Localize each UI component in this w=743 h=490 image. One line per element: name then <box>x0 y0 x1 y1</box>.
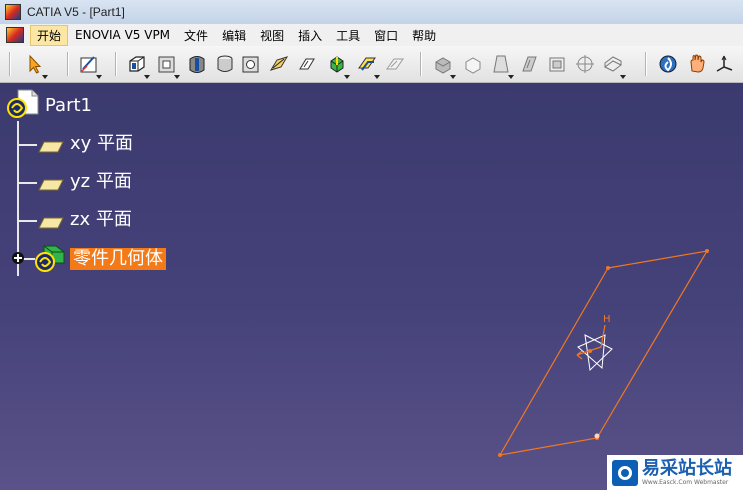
select-arrow-icon[interactable] <box>24 53 48 79</box>
watermark: 易采站长站 Www.Easck.Com Webmaster <box>607 455 743 490</box>
rib-icon[interactable] <box>268 53 290 75</box>
watermark-logo-icon <box>612 459 638 486</box>
menu-help[interactable]: 帮助 <box>405 25 443 46</box>
toolbar <box>0 46 743 83</box>
window-title: CATIA V5 - [Part1] <box>27 5 125 19</box>
thread-icon[interactable] <box>574 53 596 75</box>
3d-viewport[interactable]: Part1 xy 平面 yz 平面 zx 平面 零件几何体 H 易采站长站 Ww… <box>0 83 743 490</box>
toolbar-separator <box>115 52 117 76</box>
toolbar-separator <box>420 52 422 76</box>
removed-multi-section-icon[interactable] <box>384 53 406 75</box>
pad-icon[interactable] <box>126 53 150 79</box>
menu-bar: 开始 ENOVIA V5 VPM 文件 编辑 视图 插入 工具 窗口 帮助 <box>0 24 743 46</box>
axis-icon[interactable] <box>714 53 736 75</box>
watermark-brand: 易采站长站 <box>642 457 732 479</box>
catia-logo-icon <box>5 4 21 20</box>
toolbar-separator <box>67 52 69 76</box>
catia-menu-logo-icon[interactable] <box>6 27 24 43</box>
menu-edit[interactable]: 编辑 <box>215 25 253 46</box>
slot-icon[interactable] <box>296 53 318 75</box>
thickness-icon[interactable] <box>546 53 568 75</box>
measure-icon[interactable] <box>657 53 679 75</box>
menu-file[interactable]: 文件 <box>177 25 215 46</box>
multi-section-solid-icon[interactable] <box>356 53 380 79</box>
menu-view[interactable]: 视图 <box>253 25 291 46</box>
title-bar: CATIA V5 - [Part1] <box>0 0 743 24</box>
sketch-icon[interactable] <box>78 53 102 79</box>
menu-start[interactable]: 开始 <box>30 24 69 46</box>
toolbar-separator <box>645 52 647 76</box>
menu-enovia[interactable]: ENOVIA V5 VPM <box>68 26 177 44</box>
groove-icon[interactable] <box>214 53 236 75</box>
draft-icon[interactable] <box>490 53 514 79</box>
edge-fillet-icon[interactable] <box>432 53 456 79</box>
watermark-url: Www.Easck.Com Webmaster <box>642 478 729 486</box>
stiffener-icon[interactable] <box>326 53 350 79</box>
translation-icon[interactable] <box>602 53 626 79</box>
shell-icon[interactable] <box>518 53 540 75</box>
axis-label: H <box>603 314 611 325</box>
pocket-icon[interactable] <box>156 53 180 79</box>
shaft-icon[interactable] <box>186 53 208 75</box>
menu-insert[interactable]: 插入 <box>291 25 329 46</box>
menu-window[interactable]: 窗口 <box>367 25 405 46</box>
chamfer-icon[interactable] <box>462 53 484 75</box>
toolbar-separator <box>9 52 11 76</box>
hand-pan-icon[interactable] <box>686 53 708 75</box>
plane-geometry <box>498 249 709 457</box>
hole-icon[interactable] <box>240 53 262 75</box>
menu-tools[interactable]: 工具 <box>329 25 367 46</box>
